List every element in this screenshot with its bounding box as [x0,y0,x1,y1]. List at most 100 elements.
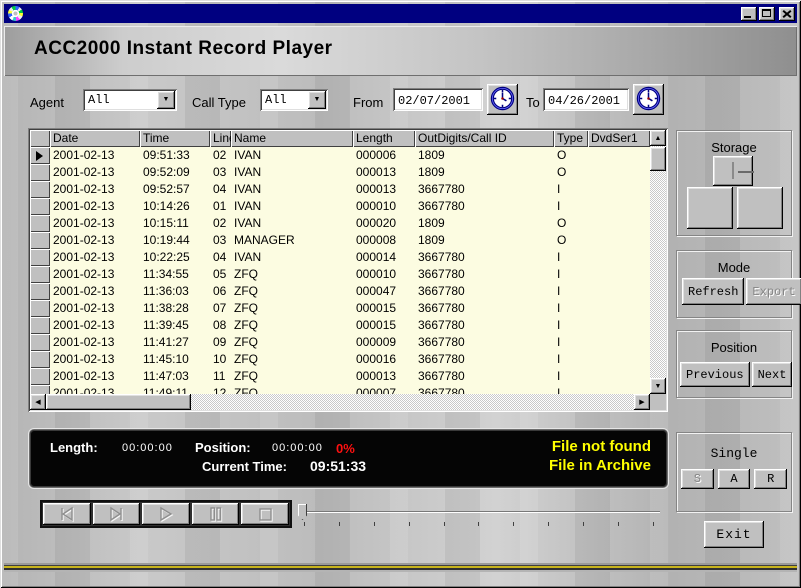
to-date-input[interactable] [543,88,629,111]
horizontal-scrollbar-thumb[interactable] [46,394,191,410]
row-selector[interactable] [30,334,50,351]
table-cell: I [554,317,588,334]
vertical-scrollbar-thumb[interactable] [650,147,666,171]
table-row[interactable]: 2001-02-1311:38:2807ZFQ0000153667780I [30,300,650,317]
row-selector[interactable] [30,266,50,283]
scrollbar-corner [650,394,666,410]
table-cell: 2001-02-13 [50,368,140,385]
table-cell: 3667780 [415,249,554,266]
table-cell: 12 [210,385,231,394]
stop-icon [252,505,279,523]
column-header-date: Date [50,130,140,147]
table-cell: ZFQ [231,385,353,394]
scroll-left-button[interactable]: ◀ [30,394,46,410]
to-calendar-button[interactable] [633,84,664,115]
agent-select[interactable]: All ▼ [83,89,177,111]
row-selector[interactable] [30,232,50,249]
table-row[interactable]: 2001-02-1310:14:2601IVAN0000103667780I [30,198,650,215]
table-row[interactable]: 2001-02-1311:45:1010ZFQ0000163667780I [30,351,650,368]
row-selector[interactable] [30,198,50,215]
table-row[interactable]: 2001-02-1309:52:5704IVAN0000133667780I [30,181,650,198]
to-label: To [526,95,540,110]
table-cell: IVAN [231,215,353,232]
row-selector[interactable] [30,385,50,394]
maximize-button[interactable] [759,7,775,21]
table-cell: 3667780 [415,385,554,394]
table-row[interactable]: 2001-02-1310:22:2504IVAN0000143667780I [30,249,650,266]
from-date-input[interactable] [393,88,483,111]
horizontal-scrollbar[interactable]: ◀ ▶ [30,394,650,410]
cd-left-button[interactable] [687,187,733,229]
chevron-down-icon[interactable]: ▼ [308,91,326,109]
export-button[interactable]: Export [746,278,801,305]
slider-tick [374,522,375,526]
clock-icon [636,86,661,111]
vertical-scrollbar[interactable]: ▲ ▼ [650,130,666,394]
table-row[interactable]: 2001-02-1310:19:4403MANAGER0000081809O [30,232,650,249]
single-a-button[interactable]: A [718,469,751,489]
play-button[interactable] [142,503,190,525]
close-button[interactable] [779,7,795,21]
table-row[interactable]: 2001-02-1311:47:0311ZFQ0000133667780I [30,368,650,385]
pause-button[interactable] [192,503,240,525]
status-display: Length: 00:00:00 Position: 00:00:00 0% C… [30,430,667,487]
minimize-button[interactable] [741,7,757,21]
cd-right-button[interactable] [737,187,783,229]
row-selector[interactable] [30,300,50,317]
scroll-up-button[interactable]: ▲ [650,130,666,146]
table-cell: 01 [210,198,231,215]
table-cell: 3667780 [415,198,554,215]
table-cell: ZFQ [231,368,353,385]
row-selector[interactable] [30,215,50,232]
table-row[interactable]: 2001-02-1311:36:0306ZFQ0000473667780I [30,283,650,300]
call-type-select-value: All [260,89,306,111]
scroll-down-button[interactable]: ▼ [650,378,666,394]
table-row[interactable]: 2001-02-1310:15:1102IVAN0000201809O [30,215,650,232]
table-row[interactable]: 2001-02-1309:51:3302IVAN0000061809O [30,147,650,164]
row-selector[interactable] [30,283,50,300]
from-calendar-button[interactable] [487,84,518,115]
seek-slider[interactable] [296,502,662,528]
row-selector[interactable] [30,351,50,368]
table-row[interactable]: 2001-02-1311:49:1112ZFQ0000073667780I [30,385,650,394]
previous-button[interactable]: Previous [680,362,750,387]
chevron-down-icon[interactable]: ▼ [157,91,175,109]
slider-tick [548,522,549,526]
hard-drive-button[interactable] [713,156,753,186]
titlebar [4,4,797,23]
scroll-right-button[interactable]: ▶ [634,394,650,410]
length-label: Length: [50,440,98,455]
table-cell: I [554,368,588,385]
table-cell: O [554,215,588,232]
table-row[interactable]: 2001-02-1311:34:5505ZFQ0000103667780I [30,266,650,283]
table-cell: 2001-02-13 [50,300,140,317]
records-table: DateTimeLineNameLengthOutDigits/Call IDT… [28,128,668,412]
row-selector[interactable] [30,368,50,385]
single-r-button[interactable]: R [754,469,787,489]
table-row[interactable]: 2001-02-1311:39:4508ZFQ0000153667780I [30,317,650,334]
stop-button[interactable] [241,503,289,525]
row-selector[interactable] [30,164,50,181]
table-cell [588,198,650,215]
single-title: Single [677,446,791,461]
table-row[interactable]: 2001-02-1311:41:2709ZFQ0000093667780I [30,334,650,351]
skip-end-button[interactable] [93,503,141,525]
row-selector[interactable] [30,181,50,198]
refresh-button[interactable]: Refresh [682,278,744,305]
table-cell: 11 [210,368,231,385]
row-selector[interactable] [30,317,50,334]
exit-button[interactable]: Exit [704,521,764,548]
table-cell: 3667780 [415,317,554,334]
table-cell [588,147,650,164]
slider-thumb[interactable] [298,504,307,520]
row-selector[interactable] [30,249,50,266]
call-type-select[interactable]: All ▼ [260,89,328,111]
single-s-button[interactable]: S [681,469,714,489]
table-row[interactable]: 2001-02-1309:52:0903IVAN0000131809O [30,164,650,181]
table-cell: 000014 [353,249,415,266]
skip-start-button[interactable] [43,503,91,525]
next-button[interactable]: Next [752,362,793,387]
skip-end-icon [103,505,130,523]
row-selector[interactable] [30,147,50,164]
slider-groove[interactable] [298,511,660,513]
